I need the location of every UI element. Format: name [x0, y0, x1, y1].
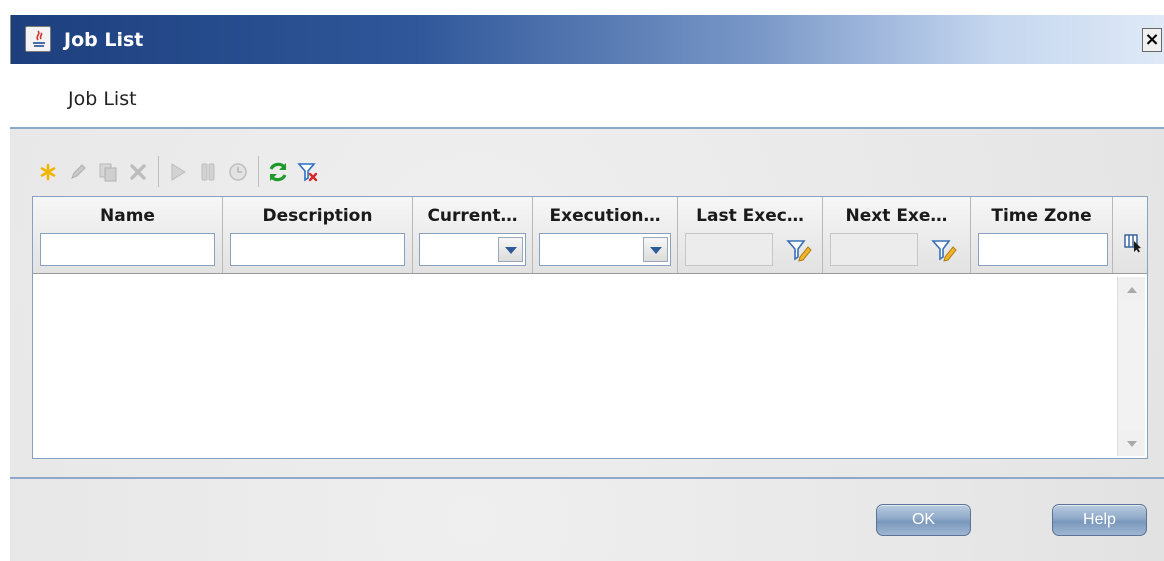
edit-pencil-icon[interactable]	[64, 153, 92, 190]
toolbar	[32, 153, 632, 190]
dialog-header: Job List	[10, 64, 1164, 127]
time-zone-filter-input[interactable]	[978, 233, 1108, 266]
dropdown-arrow[interactable]	[498, 237, 523, 262]
column-header-description[interactable]: Description	[223, 206, 412, 226]
next-execution-date-field[interactable]	[830, 233, 918, 266]
date-filter-edit-icon[interactable]	[785, 236, 813, 264]
last-execution-date-field[interactable]	[685, 233, 773, 266]
last-execution-date-filter[interactable]	[685, 233, 817, 266]
schedule-clock-icon[interactable]	[224, 153, 252, 190]
table-header: Name Description Current… Execution… Las…	[33, 197, 1147, 274]
next-execution-date-filter[interactable]	[830, 233, 962, 266]
help-button[interactable]: Help	[1052, 504, 1147, 536]
date-filter-edit-icon[interactable]	[930, 236, 958, 264]
current-filter-select[interactable]	[419, 233, 526, 266]
column-chooser-icon[interactable]	[1123, 231, 1143, 255]
name-filter-input[interactable]	[40, 233, 215, 266]
description-filter-input[interactable]	[230, 233, 405, 266]
chevron-down-icon	[504, 246, 517, 254]
delete-x-icon[interactable]	[124, 153, 152, 190]
java-app-icon	[25, 26, 51, 52]
toolbar-separator	[258, 156, 259, 187]
column-header-time-zone[interactable]: Time Zone	[971, 206, 1112, 226]
toolbar-separator	[158, 156, 159, 187]
scroll-down-button[interactable]	[1118, 431, 1145, 456]
column-header-execution[interactable]: Execution…	[533, 206, 677, 226]
page-title: Job List	[68, 88, 137, 110]
pause-icon[interactable]	[194, 153, 222, 190]
scroll-down-arrow-icon	[1126, 440, 1137, 447]
close-button[interactable]: ×	[1142, 28, 1162, 52]
dialog-footer	[10, 479, 1164, 561]
chevron-down-icon	[649, 246, 662, 254]
vertical-scrollbar[interactable]	[1117, 277, 1145, 456]
column-header-next-execution[interactable]: Next Exe…	[823, 206, 970, 226]
column-header-current[interactable]: Current…	[413, 206, 532, 226]
clear-filter-icon[interactable]	[294, 153, 322, 190]
new-star-icon[interactable]	[34, 153, 62, 190]
refresh-icon[interactable]	[264, 153, 292, 190]
window-title-bar[interactable]: Job List ×	[10, 15, 1164, 64]
scroll-up-button[interactable]	[1118, 277, 1145, 302]
window-title: Job List	[64, 29, 144, 51]
column-header-name[interactable]: Name	[33, 206, 222, 226]
ok-button[interactable]: OK	[876, 504, 971, 536]
job-list-table: Name Description Current… Execution… Las…	[32, 196, 1148, 459]
run-play-icon[interactable]	[164, 153, 192, 190]
dropdown-arrow[interactable]	[643, 237, 668, 262]
execution-filter-select[interactable]	[539, 233, 671, 266]
scroll-up-arrow-icon	[1126, 286, 1137, 293]
copy-icon[interactable]	[94, 153, 122, 190]
column-header-last-execution[interactable]: Last Exec…	[678, 206, 822, 226]
